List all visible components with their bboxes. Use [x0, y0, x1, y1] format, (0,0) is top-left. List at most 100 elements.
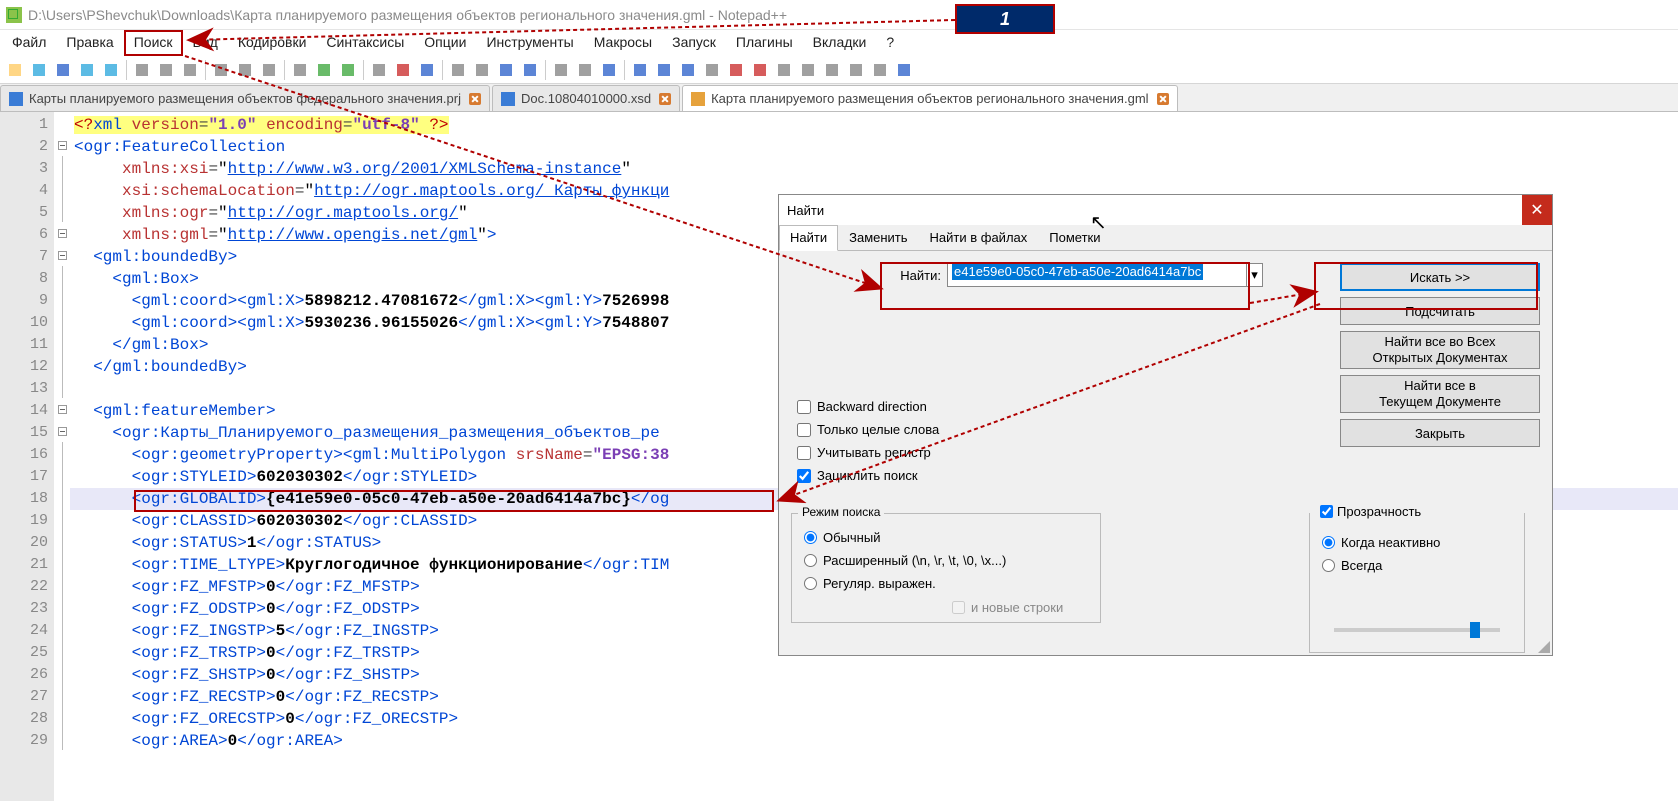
toolbar-button-10[interactable] [258, 59, 280, 81]
toolbar-button-2[interactable] [52, 59, 74, 81]
code-line[interactable]: <ogr:FeatureCollection [74, 136, 1678, 158]
toolbar-button-7[interactable] [179, 59, 201, 81]
toolbar-button-34[interactable] [869, 59, 891, 81]
menu-инструменты[interactable]: Инструменты [476, 30, 583, 56]
count-button[interactable]: Подсчитать [1340, 297, 1540, 325]
menubar: ФайлПравкаПоискВидКодировкиСинтаксисыОпц… [0, 30, 1678, 56]
code-line[interactable]: <ogr:AREA>0</ogr:AREA> [74, 730, 1678, 752]
menu-?[interactable]: ? [876, 30, 904, 56]
toolbar-button-29[interactable] [749, 59, 771, 81]
toolbar-button-23[interactable] [598, 59, 620, 81]
toolbar-button-5[interactable] [131, 59, 153, 81]
menu-плагины[interactable]: Плагины [726, 30, 803, 56]
menu-поиск[interactable]: Поиск [124, 30, 183, 56]
close-icon[interactable]: ✕ [1522, 195, 1552, 225]
find-tab-0[interactable]: Найти [779, 225, 838, 251]
menu-вкладки[interactable]: Вкладки [803, 30, 877, 56]
match-case-check[interactable]: Учитывать регистр [797, 445, 939, 460]
toolbar-button-16[interactable] [416, 59, 438, 81]
transparency-group: Прозрачность Когда неактивно Всегда [1309, 513, 1525, 653]
toolbar-button-32[interactable] [821, 59, 843, 81]
find-dialog-title-text: Найти [787, 203, 824, 218]
toolbar-button-1[interactable] [28, 59, 50, 81]
toolbar-button-19[interactable] [495, 59, 517, 81]
close-icon[interactable] [1157, 93, 1169, 105]
menu-запуск[interactable]: Запуск [662, 30, 726, 56]
toolbar-button-9[interactable] [234, 59, 256, 81]
mode-regex[interactable]: Регуляр. выражен. [804, 576, 1088, 591]
find-all-current-button[interactable]: Найти все в Текущем Документе [1340, 375, 1540, 413]
toolbar-button-26[interactable] [677, 59, 699, 81]
app-icon [6, 7, 22, 23]
toolbar-button-13[interactable] [337, 59, 359, 81]
toolbar-button-18[interactable] [471, 59, 493, 81]
trans-always[interactable]: Всегда [1322, 558, 1512, 573]
toolbar-button-0[interactable] [4, 59, 26, 81]
trans-inactive[interactable]: Когда неактивно [1322, 535, 1512, 550]
close-icon[interactable] [659, 93, 671, 105]
find-tab-3[interactable]: Пометки [1038, 225, 1111, 250]
code-line[interactable]: <ogr:FZ_SHSTP>0</ogr:FZ_SHSTP> [74, 664, 1678, 686]
toolbar-button-35[interactable] [893, 59, 915, 81]
whole-word-check[interactable]: Только целые слова [797, 422, 939, 437]
toolbar-button-8[interactable] [210, 59, 232, 81]
callout-1: 1 [955, 4, 1055, 34]
find-input-value: e41e59e0-05c0-47eb-a50e-20ad6414a7bc [952, 263, 1203, 280]
toolbar-button-17[interactable] [447, 59, 469, 81]
menu-кодировки[interactable]: Кодировки [228, 30, 317, 56]
toolbar-button-4[interactable] [100, 59, 122, 81]
toolbar-button-22[interactable] [574, 59, 596, 81]
gutter: 1234567891011121314151617181920212223242… [0, 112, 54, 801]
menu-макросы[interactable]: Макросы [584, 30, 662, 56]
toolbar-button-27[interactable] [701, 59, 723, 81]
find-checks: Backward direction Только целые слова Уч… [797, 399, 939, 483]
fold-column [54, 112, 70, 801]
tab[interactable]: Doc.10804010000.xsd [492, 85, 680, 111]
find-buttons: Искать >> Подсчитать Найти все во Всех О… [1340, 263, 1540, 447]
mode-normal[interactable]: Обычный [804, 530, 1088, 545]
resize-grip[interactable] [1538, 641, 1550, 653]
wrap-check[interactable]: Зациклить поиск [797, 468, 939, 483]
find-input[interactable]: e41e59e0-05c0-47eb-a50e-20ad6414a7bc [947, 263, 1247, 287]
menu-вид[interactable]: Вид [183, 30, 228, 56]
find-all-open-button[interactable]: Найти все во Всех Открытых Документах [1340, 331, 1540, 369]
menu-правка[interactable]: Правка [56, 30, 123, 56]
file-icon [9, 92, 23, 106]
toolbar-button-12[interactable] [313, 59, 335, 81]
tab[interactable]: Карты планируемого размещения объектов ф… [0, 85, 490, 111]
menu-файл[interactable]: Файл [2, 30, 56, 56]
find-dialog-title: Найти ✕ [779, 195, 1552, 225]
code-line[interactable]: <ogr:FZ_RECSTP>0</ogr:FZ_RECSTP> [74, 686, 1678, 708]
toolbar-button-33[interactable] [845, 59, 867, 81]
toolbar-button-6[interactable] [155, 59, 177, 81]
toolbar-button-20[interactable] [519, 59, 541, 81]
find-tabs: НайтиЗаменитьНайти в файлахПометки [779, 225, 1552, 251]
code-line[interactable]: <ogr:FZ_ORECSTP>0</ogr:FZ_ORECSTP> [74, 708, 1678, 730]
find-tab-2[interactable]: Найти в файлах [919, 225, 1039, 250]
tab[interactable]: Карта планируемого размещения объектов р… [682, 85, 1177, 111]
toolbar-button-25[interactable] [653, 59, 675, 81]
toolbar-button-24[interactable] [629, 59, 651, 81]
toolbar-button-11[interactable] [289, 59, 311, 81]
search-button[interactable]: Искать >> [1340, 263, 1540, 291]
toolbar-button-14[interactable] [368, 59, 390, 81]
toolbar-button-31[interactable] [797, 59, 819, 81]
code-line[interactable]: <?xml version="1.0" encoding="utf-8" ?> [74, 114, 1678, 136]
menu-синтаксисы[interactable]: Синтаксисы [316, 30, 414, 56]
toolbar-button-3[interactable] [76, 59, 98, 81]
toolbar-button-21[interactable] [550, 59, 572, 81]
find-input-dropdown[interactable]: ▾ [1247, 263, 1263, 287]
close-icon[interactable] [469, 93, 481, 105]
toolbar-button-28[interactable] [725, 59, 747, 81]
code-line[interactable]: xmlns:xsi="http://www.w3.org/2001/XMLSch… [74, 158, 1678, 180]
transparency-slider[interactable] [1334, 628, 1500, 632]
toolbar-button-30[interactable] [773, 59, 795, 81]
backward-check[interactable]: Backward direction [797, 399, 939, 414]
transparency-check[interactable]: Прозрачность [1316, 504, 1425, 519]
menu-опции[interactable]: Опции [414, 30, 476, 56]
find-tab-1[interactable]: Заменить [838, 225, 918, 250]
toolbar [0, 56, 1678, 84]
close-button[interactable]: Закрыть [1340, 419, 1540, 447]
mode-extended[interactable]: Расширенный (\n, \r, \t, \0, \x...) [804, 553, 1088, 568]
toolbar-button-15[interactable] [392, 59, 414, 81]
